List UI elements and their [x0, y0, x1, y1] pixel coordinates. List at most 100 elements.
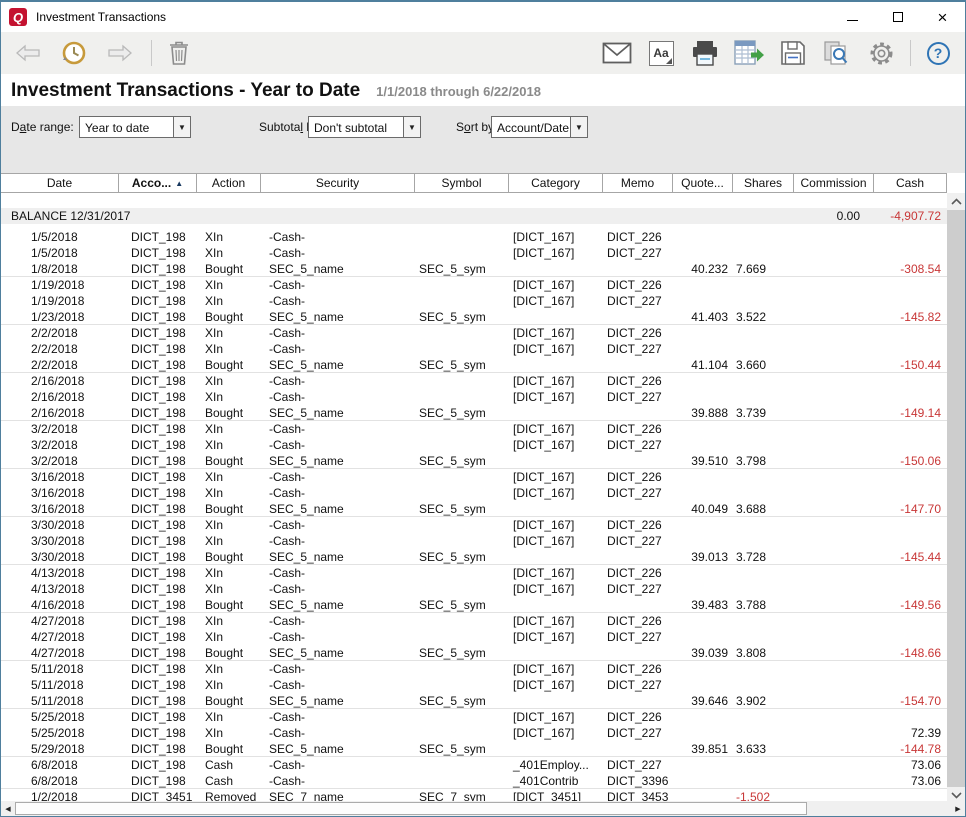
- cell-category: [DICT_167]: [509, 485, 603, 501]
- transaction-row[interactable]: 6/8/2018DICT_198Cash-Cash-_401ContribDIC…: [1, 773, 947, 789]
- transaction-row[interactable]: 2/2/2018DICT_198BoughtSEC_5_nameSEC_5_sy…: [1, 357, 947, 373]
- transaction-row[interactable]: 2/2/2018DICT_198XIn-Cash-[DICT_167]DICT_…: [1, 341, 947, 357]
- horizontal-scrollbar-thumb[interactable]: [15, 802, 807, 815]
- balance-row[interactable]: BALANCE 12/31/2017 0.00 -4,907.72: [1, 208, 947, 224]
- delete-button[interactable]: [162, 36, 196, 70]
- transaction-row[interactable]: 2/16/2018DICT_198XIn-Cash-[DICT_167]DICT…: [1, 373, 947, 389]
- transaction-row[interactable]: 3/30/2018DICT_198XIn-Cash-[DICT_167]DICT…: [1, 517, 947, 533]
- transaction-row[interactable]: 2/16/2018DICT_198XIn-Cash-[DICT_167]DICT…: [1, 389, 947, 405]
- save-button[interactable]: [776, 36, 810, 70]
- history-button[interactable]: [57, 36, 91, 70]
- email-button[interactable]: [600, 36, 634, 70]
- column-header-cash[interactable]: Cash: [874, 174, 947, 192]
- font-icon: Aa: [649, 41, 674, 66]
- transaction-row[interactable]: 1/23/2018DICT_198BoughtSEC_5_nameSEC_5_s…: [1, 309, 947, 325]
- transaction-row[interactable]: 5/25/2018DICT_198XIn-Cash-[DICT_167]DICT…: [1, 709, 947, 725]
- transaction-row[interactable]: 3/30/2018DICT_198XIn-Cash-[DICT_167]DICT…: [1, 533, 947, 549]
- transaction-row[interactable]: 5/25/2018DICT_198XIn-Cash-[DICT_167]DICT…: [1, 725, 947, 741]
- cell-security: -Cash-: [261, 373, 415, 389]
- cell-shares: [733, 533, 794, 549]
- vertical-scrollbar-thumb[interactable]: [947, 210, 965, 787]
- column-header-action[interactable]: Action: [197, 174, 261, 192]
- cell-shares: [733, 677, 794, 693]
- export-button[interactable]: [732, 36, 766, 70]
- transaction-row[interactable]: 1/8/2018DICT_198BoughtSEC_5_nameSEC_5_sy…: [1, 261, 947, 277]
- column-header-category[interactable]: Category: [509, 174, 603, 192]
- horizontal-scrollbar[interactable]: ◀ ▶: [1, 801, 965, 816]
- transaction-row[interactable]: 3/30/2018DICT_198BoughtSEC_5_nameSEC_5_s…: [1, 549, 947, 565]
- transaction-row[interactable]: 3/2/2018DICT_198XIn-Cash-[DICT_167]DICT_…: [1, 421, 947, 437]
- column-header-memo[interactable]: Memo: [603, 174, 673, 192]
- cell-security: SEC_5_name: [261, 549, 415, 564]
- cell-commission: [794, 261, 874, 276]
- transaction-row[interactable]: 3/2/2018DICT_198XIn-Cash-[DICT_167]DICT_…: [1, 437, 947, 453]
- help-button[interactable]: ?: [921, 36, 955, 70]
- transaction-row[interactable]: 3/16/2018DICT_198XIn-Cash-[DICT_167]DICT…: [1, 485, 947, 501]
- transaction-row[interactable]: 1/5/2018DICT_198XIn-Cash-[DICT_167]DICT_…: [1, 229, 947, 245]
- transaction-row[interactable]: 4/27/2018DICT_198BoughtSEC_5_nameSEC_5_s…: [1, 645, 947, 661]
- cell-date: 1/23/2018: [1, 309, 119, 324]
- sort-select[interactable]: Account/Date ▼: [491, 116, 588, 138]
- cell-date: 4/16/2018: [1, 597, 119, 612]
- maximize-button[interactable]: [875, 2, 920, 32]
- column-header-symbol[interactable]: Symbol: [415, 174, 509, 192]
- chevron-down-icon[interactable]: ▼: [570, 117, 587, 137]
- transaction-row[interactable]: 2/16/2018DICT_198BoughtSEC_5_nameSEC_5_s…: [1, 405, 947, 421]
- scroll-right-button[interactable]: ▶: [951, 801, 965, 816]
- cell-quote: [673, 437, 733, 453]
- transaction-row[interactable]: 1/19/2018DICT_198XIn-Cash-[DICT_167]DICT…: [1, 277, 947, 293]
- cell-action: XIn: [197, 373, 261, 389]
- date-range-select[interactable]: Year to date ▼: [79, 116, 191, 138]
- transaction-row[interactable]: 3/2/2018DICT_198BoughtSEC_5_nameSEC_5_sy…: [1, 453, 947, 469]
- cell-security: -Cash-: [261, 661, 415, 677]
- column-header-commission[interactable]: Commission: [794, 174, 874, 192]
- back-button[interactable]: [11, 36, 45, 70]
- balance-commission: 0.00: [794, 209, 874, 223]
- column-header-date[interactable]: Date: [1, 174, 119, 192]
- cell-date: 4/13/2018: [1, 581, 119, 597]
- transaction-row[interactable]: 4/27/2018DICT_198XIn-Cash-[DICT_167]DICT…: [1, 613, 947, 629]
- close-button[interactable]: ×: [920, 2, 965, 32]
- transaction-row[interactable]: 4/13/2018DICT_198XIn-Cash-[DICT_167]DICT…: [1, 581, 947, 597]
- transaction-row[interactable]: 5/11/2018DICT_198XIn-Cash-[DICT_167]DICT…: [1, 661, 947, 677]
- column-header-quote[interactable]: Quote...: [673, 174, 733, 192]
- chevron-down-icon[interactable]: ▼: [173, 117, 190, 137]
- export-spreadsheet-icon: [734, 40, 765, 66]
- transaction-row[interactable]: 3/16/2018DICT_198XIn-Cash-[DICT_167]DICT…: [1, 469, 947, 485]
- column-header-shares[interactable]: Shares: [733, 174, 794, 192]
- cell-commission: [794, 645, 874, 660]
- scroll-up-button[interactable]: [947, 193, 965, 210]
- transaction-row[interactable]: 4/27/2018DICT_198XIn-Cash-[DICT_167]DICT…: [1, 629, 947, 645]
- transaction-row[interactable]: 5/11/2018DICT_198BoughtSEC_5_nameSEC_5_s…: [1, 693, 947, 709]
- cell-symbol: SEC_5_sym: [415, 309, 509, 324]
- transaction-row[interactable]: 2/2/2018DICT_198XIn-Cash-[DICT_167]DICT_…: [1, 325, 947, 341]
- transaction-row[interactable]: 4/16/2018DICT_198BoughtSEC_5_nameSEC_5_s…: [1, 597, 947, 613]
- cell-action: XIn: [197, 293, 261, 309]
- transaction-row[interactable]: 4/13/2018DICT_198XIn-Cash-[DICT_167]DICT…: [1, 565, 947, 581]
- transaction-row[interactable]: 6/8/2018DICT_198Cash-Cash-_401Employ...D…: [1, 757, 947, 773]
- cell-quote: [673, 725, 733, 741]
- minimize-button[interactable]: [830, 2, 875, 32]
- print-button[interactable]: [688, 36, 722, 70]
- scroll-left-button[interactable]: ◀: [1, 801, 15, 816]
- settings-button[interactable]: [864, 36, 898, 70]
- font-button[interactable]: Aa: [644, 36, 678, 70]
- chevron-down-icon[interactable]: ▼: [403, 117, 420, 137]
- cell-quote: [673, 533, 733, 549]
- cell-cash: -149.56: [874, 597, 947, 612]
- subtotal-select[interactable]: Don't subtotal ▼: [308, 116, 421, 138]
- transaction-row[interactable]: 1/5/2018DICT_198XIn-Cash-[DICT_167]DICT_…: [1, 245, 947, 261]
- forward-button[interactable]: [103, 36, 137, 70]
- cell-cash: [874, 437, 947, 453]
- transaction-row[interactable]: 3/16/2018DICT_198BoughtSEC_5_nameSEC_5_s…: [1, 501, 947, 517]
- cell-action: XIn: [197, 421, 261, 437]
- print-preview-button[interactable]: [820, 36, 854, 70]
- vertical-scrollbar[interactable]: [947, 193, 965, 804]
- column-header-security[interactable]: Security: [261, 174, 415, 192]
- cell-commission: [794, 421, 874, 437]
- transaction-row[interactable]: 5/11/2018DICT_198XIn-Cash-[DICT_167]DICT…: [1, 677, 947, 693]
- transaction-row[interactable]: 1/19/2018DICT_198XIn-Cash-[DICT_167]DICT…: [1, 293, 947, 309]
- cell-commission: [794, 373, 874, 389]
- column-header-account[interactable]: Acco...▲: [119, 174, 197, 192]
- transaction-row[interactable]: 5/29/2018DICT_198BoughtSEC_5_nameSEC_5_s…: [1, 741, 947, 757]
